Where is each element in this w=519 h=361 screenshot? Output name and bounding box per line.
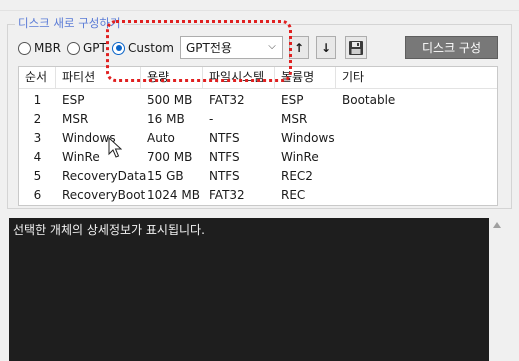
cell-partition: RecoveryData bbox=[62, 169, 147, 183]
radio-mbr-label: MBR bbox=[34, 41, 61, 55]
arrow-down-icon: ↓ bbox=[320, 40, 332, 55]
radio-mbr[interactable]: MBR bbox=[18, 40, 61, 56]
cell-filesystem: NTFS bbox=[209, 150, 240, 164]
cell-order: 2 bbox=[33, 112, 42, 126]
col-filesystem[interactable]: 파일시스템 bbox=[203, 67, 275, 89]
cell-filesystem: FAT32 bbox=[209, 188, 245, 202]
table-row[interactable]: 2 MSR 16 MB - MSR bbox=[19, 110, 497, 129]
cell-partition: MSR bbox=[62, 112, 89, 126]
cell-filesystem: NTFS bbox=[209, 169, 240, 183]
build-disk-button[interactable]: 디스크 구성 bbox=[405, 36, 498, 59]
cell-order: 1 bbox=[33, 93, 42, 107]
mouse-pointer-icon bbox=[108, 137, 122, 158]
arrow-up-icon: ↑ bbox=[293, 40, 305, 55]
cell-volume: MSR bbox=[281, 112, 308, 126]
table-row[interactable]: 5 RecoveryData 15 GB NTFS REC2 bbox=[19, 167, 497, 186]
cell-order: 5 bbox=[33, 169, 42, 183]
floppy-disk-icon bbox=[349, 40, 363, 55]
cell-size: 700 MB bbox=[147, 150, 193, 164]
layout-select[interactable]: GPT전용 ⌵ bbox=[180, 36, 283, 59]
radio-custom-label: Custom bbox=[128, 41, 174, 55]
radio-mbr-dot[interactable] bbox=[18, 41, 31, 55]
cell-partition: ESP bbox=[62, 93, 85, 107]
move-down-button[interactable]: ↓ bbox=[316, 36, 336, 59]
radio-gpt-label: GPT bbox=[83, 41, 107, 55]
partition-list-header: 순서 파티션 용량 파일시스템 볼륨명 기타 bbox=[19, 67, 497, 89]
cell-partition: RecoveryBoot bbox=[62, 188, 146, 202]
cell-size: 1024 MB bbox=[147, 188, 200, 202]
chevron-down-icon: ⌵ bbox=[268, 41, 276, 52]
table-row[interactable]: 3 Windows Auto NTFS Windows bbox=[19, 129, 497, 148]
cell-size: 16 MB bbox=[147, 112, 185, 126]
col-partition[interactable]: 파티션 bbox=[56, 67, 141, 89]
radio-gpt[interactable]: GPT bbox=[67, 40, 107, 56]
cell-order: 4 bbox=[33, 150, 42, 164]
cell-size: 500 MB bbox=[147, 93, 193, 107]
col-volume[interactable]: 볼륨명 bbox=[275, 67, 336, 89]
col-size[interactable]: 용량 bbox=[141, 67, 203, 89]
cell-order: 3 bbox=[33, 131, 42, 145]
table-row[interactable]: 1 ESP 500 MB FAT32 ESP Bootable bbox=[19, 91, 497, 110]
col-order[interactable]: 순서 bbox=[19, 67, 56, 89]
cell-volume: ESP bbox=[281, 93, 304, 107]
top-strip bbox=[0, 0, 519, 11]
cell-volume: Windows bbox=[281, 131, 335, 145]
cell-volume: REC bbox=[281, 188, 306, 202]
cell-volume: WinRe bbox=[281, 150, 319, 164]
cell-size: 15 GB bbox=[147, 169, 184, 183]
radio-custom-dot[interactable] bbox=[112, 41, 125, 55]
save-button[interactable] bbox=[345, 36, 367, 59]
cell-size: Auto bbox=[147, 131, 175, 145]
col-etc[interactable]: 기타 bbox=[336, 67, 498, 89]
layout-select-value: GPT전용 bbox=[186, 41, 232, 55]
table-row[interactable]: 6 RecoveryBoot 1024 MB FAT32 REC bbox=[19, 186, 497, 205]
radio-gpt-dot[interactable] bbox=[67, 41, 80, 55]
group-title: 디스크 새로 구성하기 bbox=[15, 16, 124, 30]
cell-volume: REC2 bbox=[281, 169, 313, 183]
cell-etc: Bootable bbox=[342, 93, 396, 107]
cell-filesystem: NTFS bbox=[209, 131, 240, 145]
move-up-button[interactable]: ↑ bbox=[289, 36, 309, 59]
cell-filesystem: FAT32 bbox=[209, 93, 245, 107]
cell-order: 6 bbox=[33, 188, 42, 202]
partition-list[interactable]: 순서 파티션 용량 파일시스템 볼륨명 기타 1 ESP 500 MB FAT3… bbox=[18, 66, 498, 206]
detail-scrollbar[interactable] bbox=[489, 218, 506, 361]
table-row[interactable]: 4 WinRe 700 MB NTFS WinRe bbox=[19, 148, 497, 167]
cell-partition: WinRe bbox=[62, 150, 100, 164]
cell-filesystem: - bbox=[209, 112, 214, 126]
scroll-up-icon[interactable] bbox=[493, 222, 501, 228]
radio-custom[interactable]: Custom bbox=[112, 40, 174, 56]
detail-panel: 선택한 개체의 상세정보가 표시됩니다. bbox=[9, 218, 489, 361]
